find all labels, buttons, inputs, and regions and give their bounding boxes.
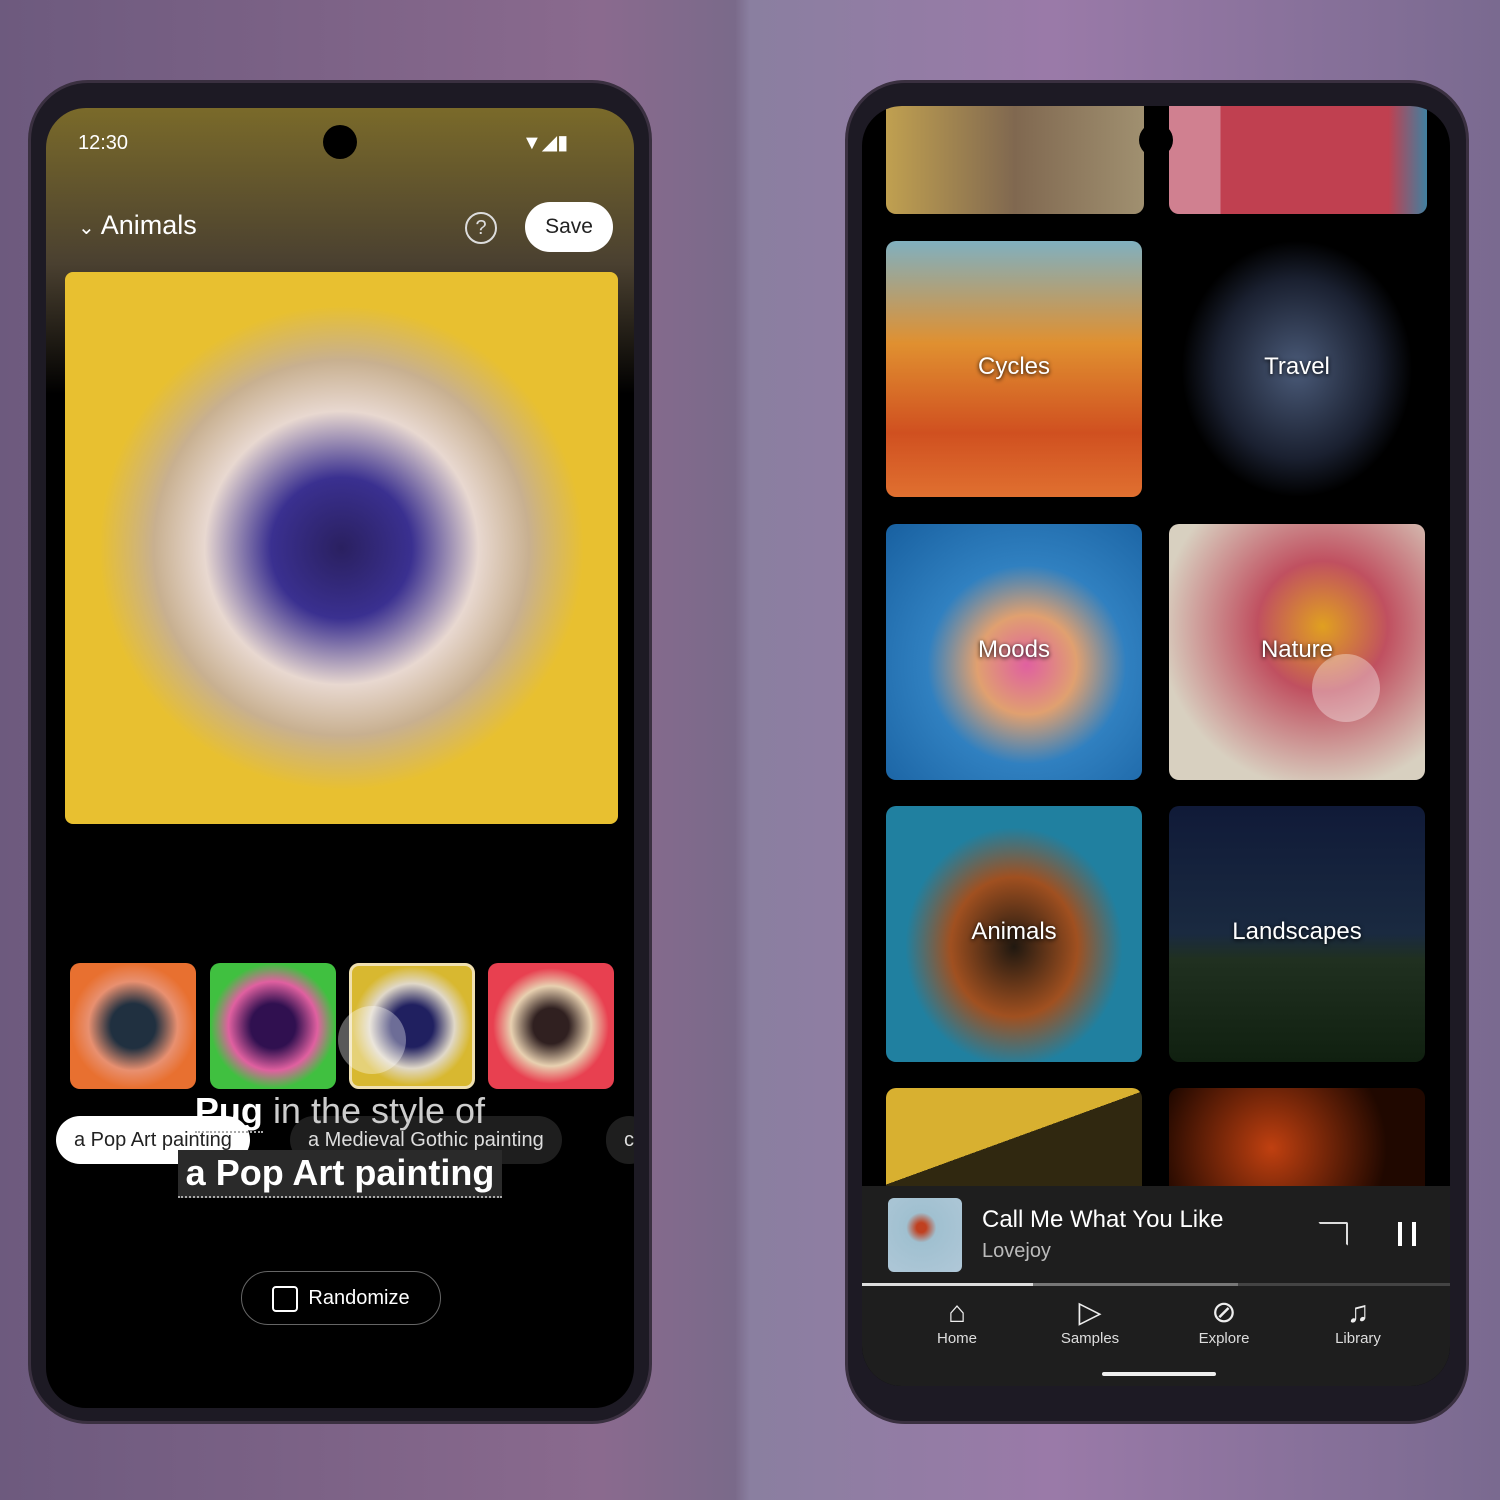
- tile-partial[interactable]: [886, 1088, 1142, 1188]
- status-time: 12:30: [78, 132, 129, 154]
- samples-icon: ▷: [1078, 1296, 1102, 1329]
- cast-icon[interactable]: [1318, 1222, 1348, 1246]
- prompt-connector: in the style of: [272, 1090, 486, 1131]
- prompt-style[interactable]: a Pop Art painting: [177, 1150, 503, 1198]
- nav-home[interactable]: ⌂ Home: [897, 1296, 1017, 1347]
- nav-samples[interactable]: ▷ Samples: [1030, 1296, 1150, 1347]
- tile-travel[interactable]: Travel: [1169, 241, 1425, 497]
- home-icon: ⌂: [947, 1296, 967, 1329]
- tile-partial[interactable]: [1169, 1088, 1425, 1188]
- nav-library[interactable]: ♫ Library: [1298, 1296, 1418, 1347]
- help-circle-icon[interactable]: ?: [465, 212, 497, 244]
- tile-landscapes[interactable]: Landscapes: [1169, 806, 1425, 1062]
- touch-indicator: [1312, 654, 1380, 722]
- track-title: Call Me What You Like: [982, 1206, 1224, 1233]
- thumbnail[interactable]: [488, 963, 614, 1089]
- album-art: [888, 1198, 962, 1272]
- tile-nature[interactable]: Nature: [1169, 524, 1425, 780]
- library-icon: ♫: [1346, 1296, 1370, 1329]
- compass-icon: ⊘: [1211, 1296, 1237, 1329]
- tile-partial[interactable]: [886, 106, 1144, 214]
- touch-indicator: [338, 1006, 406, 1074]
- track-artist: Lovejoy: [982, 1240, 1051, 1262]
- camera-hole: [323, 125, 357, 159]
- category-dropdown[interactable]: ⌄ Animals: [78, 210, 197, 241]
- mini-player[interactable]: Call Me What You Like Lovejoy: [862, 1186, 1450, 1286]
- camera-hole: [1139, 123, 1173, 157]
- tile-cycles[interactable]: Cycles: [886, 241, 1142, 497]
- save-button[interactable]: Save: [525, 202, 613, 252]
- battery-icon: ▮: [557, 132, 569, 154]
- thumbnail[interactable]: [210, 963, 336, 1089]
- status-icons: ▼◢▮: [522, 130, 568, 155]
- prompt-line-1: Pug in the style of: [46, 1090, 634, 1133]
- right-screen: Cycles Travel Moods Nature Animals Lands…: [862, 106, 1450, 1386]
- left-screen: 12:30 ▼◢▮ ⌄ Animals ? Save a Pop Art pai…: [46, 108, 634, 1408]
- tile-partial[interactable]: [1169, 106, 1427, 214]
- prompt-line-2: a Pop Art painting: [46, 1150, 634, 1198]
- thumbnail[interactable]: [70, 963, 196, 1089]
- gesture-bar: [1102, 1372, 1216, 1376]
- randomize-button[interactable]: Randomize: [241, 1271, 441, 1325]
- wifi-icon: ▼: [522, 132, 542, 154]
- pause-icon[interactable]: [1398, 1222, 1416, 1246]
- nav-explore[interactable]: ⊘ Explore: [1164, 1296, 1284, 1347]
- tile-animals[interactable]: Animals: [886, 806, 1142, 1062]
- dice-icon: [272, 1285, 299, 1312]
- generated-image: [65, 272, 618, 824]
- category-title: Animals: [100, 210, 197, 240]
- prompt-subject[interactable]: Pug: [194, 1090, 263, 1133]
- chevron-down-icon: ⌄: [78, 217, 95, 239]
- signal-icon: ◢: [541, 132, 558, 154]
- tile-moods[interactable]: Moods: [886, 524, 1142, 780]
- randomize-label: Randomize: [308, 1287, 410, 1309]
